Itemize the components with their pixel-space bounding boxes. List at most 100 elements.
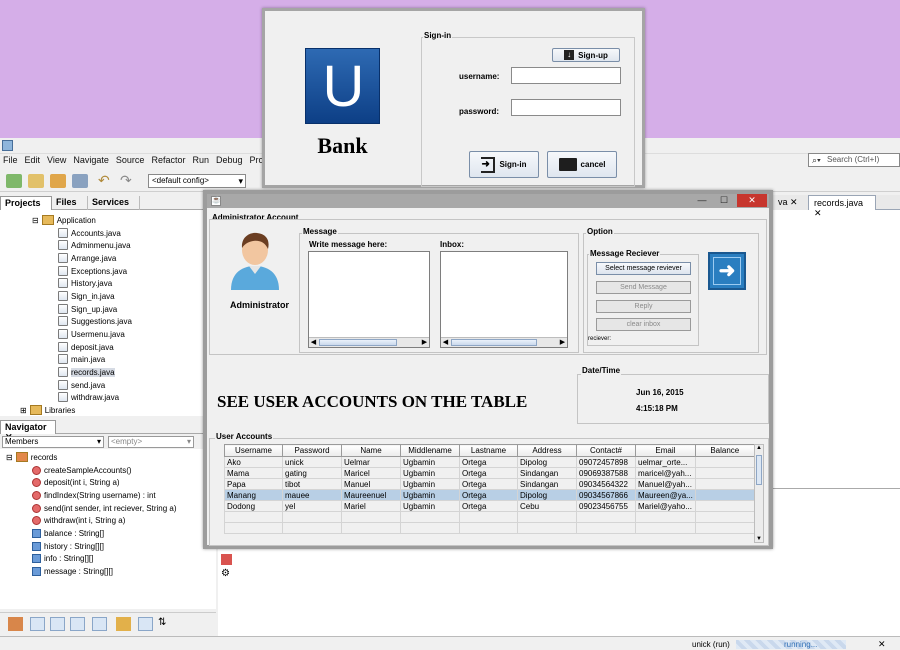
table-cell[interactable] xyxy=(282,522,342,534)
scroll-thumb[interactable] xyxy=(319,339,397,346)
file-exceptions[interactable]: Exceptions.java xyxy=(58,265,127,277)
table-cell[interactable]: tibot xyxy=(282,478,342,490)
table-vscrollbar[interactable]: ▲ ▼ xyxy=(754,444,764,543)
scroll-down-icon[interactable]: ▼ xyxy=(755,536,763,542)
table-cell[interactable]: Manang xyxy=(224,489,283,501)
file-sign-up[interactable]: Sign_up.java xyxy=(58,303,117,315)
table-cell[interactable]: 09069387588 xyxy=(576,467,636,479)
table-cell[interactable]: maricel@yah... xyxy=(635,467,696,479)
scroll-left-icon[interactable]: ◀ xyxy=(309,338,318,347)
table-cell[interactable]: uelmar_orte... xyxy=(635,456,696,468)
table-row[interactable] xyxy=(224,511,755,523)
filter-fields-icon[interactable] xyxy=(30,617,45,631)
table-cell[interactable]: Dipolog xyxy=(517,489,577,501)
filter-static-icon[interactable] xyxy=(50,617,65,631)
file-usermenu[interactable]: Usermenu.java xyxy=(58,328,125,340)
col-balance[interactable]: Balance xyxy=(694,444,755,457)
tab-services[interactable]: Services xyxy=(88,196,140,210)
minimize-button[interactable]: — xyxy=(691,194,713,207)
col-email[interactable]: Email xyxy=(635,444,696,457)
table-row[interactable]: Mama gating Maricel Ugbamin Ortega Sindangan 0… xyxy=(224,467,755,479)
nav-member[interactable]: findIndex(String username) : int xyxy=(32,489,156,501)
cancel-run-icon[interactable]: ✕ xyxy=(878,639,886,650)
scroll-right-icon[interactable]: ▶ xyxy=(420,338,429,347)
nav-member[interactable]: balance : String[] xyxy=(32,527,104,539)
tree-package[interactable]: ⊟ Application xyxy=(32,214,96,226)
table-row[interactable]: Manang mauee Maureenuel Ugbamin Ortega Dipolo… xyxy=(224,489,755,501)
table-row[interactable] xyxy=(224,522,755,534)
write-message-textarea[interactable]: ◀ ▶ xyxy=(308,251,430,348)
username-field[interactable] xyxy=(511,67,621,84)
ide-search-input[interactable]: ⌕▾ Search (Ctrl+I) xyxy=(808,153,900,167)
col-contact[interactable]: Contact# xyxy=(576,444,636,457)
table-cell[interactable] xyxy=(459,522,518,534)
nav-member[interactable]: createSampleAccounts() xyxy=(32,464,132,476)
send-message-button[interactable]: Send Message xyxy=(596,281,691,294)
nav-member[interactable]: info : String[][] xyxy=(32,552,93,564)
table-cell[interactable] xyxy=(400,511,460,523)
col-name[interactable]: Name xyxy=(341,444,401,457)
table-cell[interactable]: Ugbamin xyxy=(400,500,460,512)
table-cell[interactable] xyxy=(694,500,755,512)
members-combo[interactable]: Members xyxy=(2,436,104,448)
select-receiver-button[interactable]: Select message reviever xyxy=(596,262,691,275)
rerun-icon[interactable]: ⚙ xyxy=(221,569,232,580)
collapse-icon[interactable]: ⊟ xyxy=(32,216,39,225)
table-row[interactable]: Dodong yel Mariel Ugbamin Ortega Cebu 09023456… xyxy=(224,500,755,512)
hierarchy-icon[interactable] xyxy=(8,617,23,631)
save-all-icon[interactable] xyxy=(72,174,88,188)
scroll-right-icon[interactable]: ▶ xyxy=(558,338,567,347)
menu-debug[interactable]: Debug xyxy=(216,155,243,169)
table-cell[interactable] xyxy=(694,467,755,479)
menu-file[interactable]: File xyxy=(3,155,18,169)
menu-navigate[interactable]: Navigate xyxy=(73,155,109,169)
table-cell[interactable] xyxy=(635,511,696,523)
editor-tab-records[interactable]: records.java ✕ xyxy=(808,195,876,218)
table-cell[interactable]: Uelmar xyxy=(341,456,401,468)
table-cell[interactable] xyxy=(694,456,755,468)
table-cell[interactable] xyxy=(694,522,755,534)
table-cell[interactable]: Mariel@yaho... xyxy=(635,500,696,512)
table-cell[interactable]: unick xyxy=(282,456,342,468)
file-main[interactable]: main.java xyxy=(58,353,105,365)
expand-icon[interactable]: ⊞ xyxy=(20,406,27,415)
sort-name-icon[interactable] xyxy=(138,617,153,631)
table-cell[interactable] xyxy=(576,522,636,534)
table-cell[interactable]: Dipolog xyxy=(517,456,577,468)
col-middlename[interactable]: Middlename xyxy=(400,444,460,457)
table-cell[interactable]: Ortega xyxy=(459,500,518,512)
table-cell[interactable]: Dodong xyxy=(224,500,283,512)
table-cell[interactable]: yel xyxy=(282,500,342,512)
clear-inbox-button[interactable]: clear inbox xyxy=(596,318,691,331)
inbox-textarea[interactable]: ◀ ▶ xyxy=(440,251,568,348)
table-cell[interactable] xyxy=(694,478,755,490)
table-cell[interactable]: Papa xyxy=(224,478,283,490)
signup-button[interactable]: ↓ Sign-up xyxy=(552,48,620,62)
filter-inherited-icon[interactable] xyxy=(92,617,107,631)
redo-icon[interactable]: ↷ xyxy=(120,173,136,188)
col-address[interactable]: Address xyxy=(517,444,577,457)
nav-member[interactable]: send(int sender, int reciever, String a) xyxy=(32,502,177,514)
table-cell[interactable] xyxy=(459,511,518,523)
table-cell[interactable]: mauee xyxy=(282,489,342,501)
table-cell[interactable] xyxy=(694,511,755,523)
progress-bar[interactable]: running... xyxy=(736,640,846,649)
new-project-icon[interactable] xyxy=(28,174,44,188)
nav-member[interactable]: message : String[][] xyxy=(32,565,113,577)
table-cell[interactable]: Ugbamin xyxy=(400,456,460,468)
close-button[interactable]: ✕ xyxy=(737,194,767,207)
table-row[interactable]: Papa tibot Manuel Ugbamin Ortega Sindangan 090… xyxy=(224,478,755,490)
file-send[interactable]: send.java xyxy=(58,379,105,391)
table-cell[interactable]: Ako xyxy=(224,456,283,468)
table-cell[interactable]: Ugbamin xyxy=(400,467,460,479)
new-file-icon[interactable] xyxy=(6,174,22,188)
tree-libraries[interactable]: ⊞ Libraries xyxy=(20,404,75,416)
col-username[interactable]: Username xyxy=(224,444,283,457)
table-cell[interactable]: Maureenuel xyxy=(341,489,401,501)
collapse-icon[interactable]: ⊟ xyxy=(6,453,13,462)
close-icon[interactable]: ✕ xyxy=(790,197,798,207)
table-cell[interactable] xyxy=(224,511,283,523)
scroll-left-icon[interactable]: ◀ xyxy=(441,338,450,347)
tab-navigator[interactable]: Navigator ✕ xyxy=(0,420,56,442)
table-cell[interactable] xyxy=(400,522,460,534)
